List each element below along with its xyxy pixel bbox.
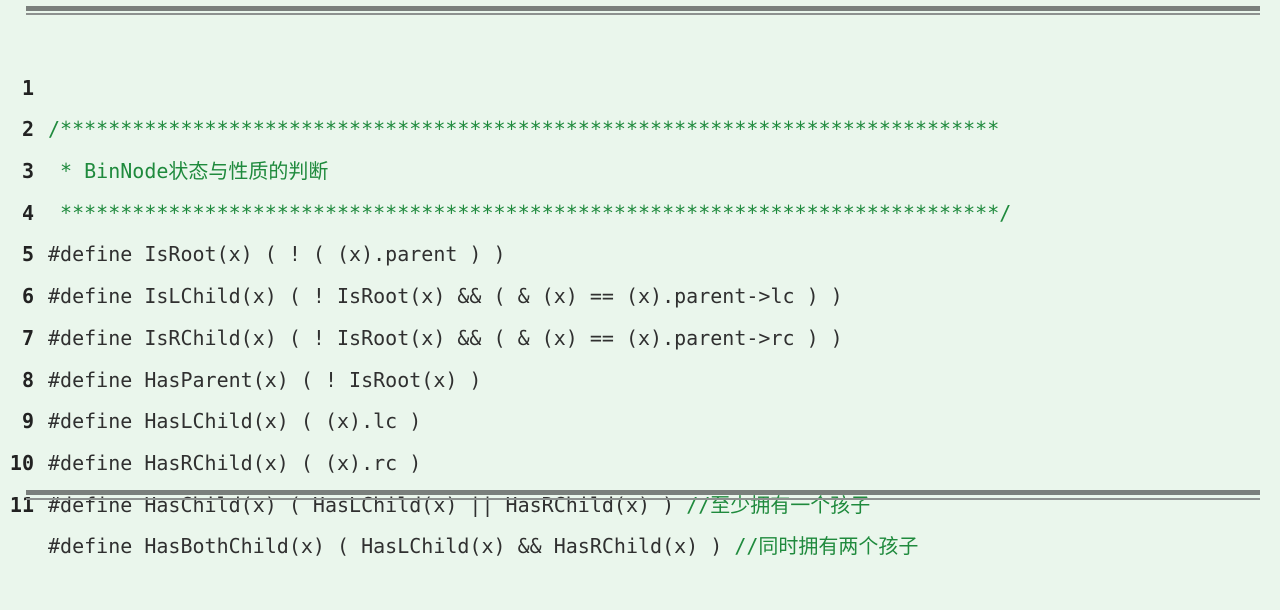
code-line: 4 #define IsRoot(x) ( ! ( (x).parent ) ) xyxy=(0,151,1280,267)
code-line: 6 #define IsRChild(x) ( ! IsRoot(x) && (… xyxy=(0,234,1280,350)
code-line: 9 #define HasRChild(x) ( (x).rc ) xyxy=(0,360,1280,475)
top-rule-thin xyxy=(26,13,1260,15)
code-text: #define HasBothChild(x) ( HasLChild(x) &… xyxy=(48,534,735,559)
code-line: 2 * BinNode状态与性质的判断 xyxy=(0,68,1280,183)
code-line: 8 #define HasLChild(x) ( (x).lc ) xyxy=(0,318,1280,434)
code-line: 11 #define HasBothChild(x) ( HasLChild(x… xyxy=(0,443,1280,559)
code-line: 1 /*************************************… xyxy=(0,26,1280,142)
code-listing: 1 /*************************************… xyxy=(0,26,1280,559)
bottom-rule-thin xyxy=(26,498,1260,500)
code-line: 7 #define HasParent(x) ( ! IsRoot(x) ) xyxy=(0,276,1280,392)
code-slide: 1 /*************************************… xyxy=(0,0,1280,559)
code-line: 5 #define IsLChild(x) ( ! IsRoot(x) && (… xyxy=(0,193,1280,308)
top-rule xyxy=(26,6,1260,11)
code-line: 3 **************************************… xyxy=(0,109,1280,225)
bottom-rule xyxy=(26,490,1260,495)
code-line: 10 #define HasChild(x) ( HasLChild(x) ||… xyxy=(0,401,1280,517)
code-comment: //同时拥有两个孩子 xyxy=(734,534,919,559)
